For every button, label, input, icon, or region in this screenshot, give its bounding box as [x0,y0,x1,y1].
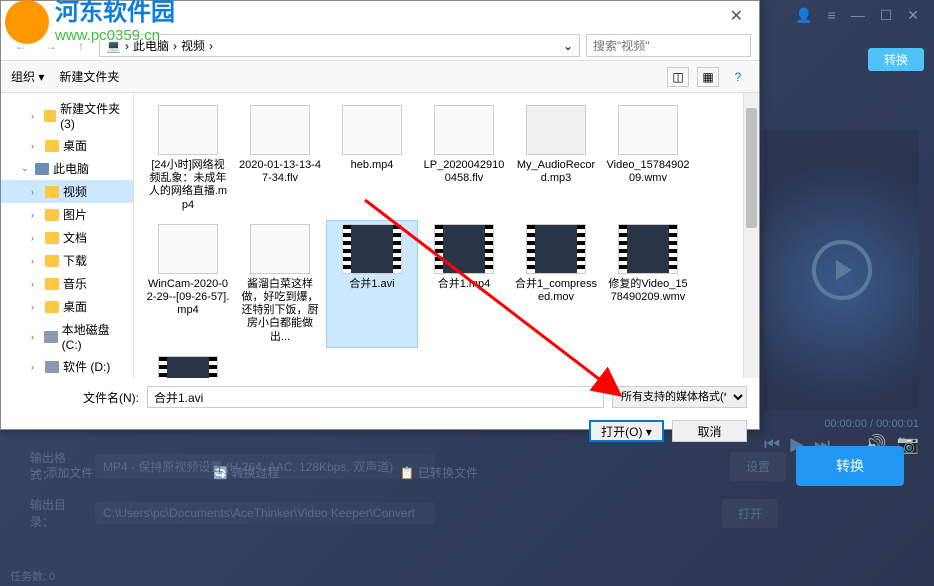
help-icon[interactable]: ? [727,67,749,87]
filetype-select[interactable]: 所有支持的媒体格式(*.3g2;*.3g [612,386,747,408]
dialog-close-icon[interactable]: ✕ [722,6,751,26]
open-button[interactable]: 打开(O) ▾ [589,420,664,442]
file-item[interactable]: Video_1578490209.wmv [602,101,694,216]
maximize-icon[interactable]: ☐ [880,7,893,24]
file-list: [24小时]网络视频乱象：未成年人的网络直播.mp42020-01-13-13-… [134,93,759,378]
newfolder-button[interactable]: 新建文件夹 [59,68,119,85]
sidebar-item[interactable]: ›音乐 [1,272,133,295]
nav-up-icon[interactable]: ↑ [69,35,93,57]
file-item[interactable]: WinCam-2020-02-29--[09-26-57].mp4 [142,220,234,348]
sidebar-item[interactable]: ›下载 [1,249,133,272]
file-item[interactable]: heb.mp4 [326,101,418,216]
sidebar-item[interactable]: ›桌面 [1,134,133,157]
nav-forward-icon[interactable]: → [39,35,63,57]
file-item[interactable]: LP_2020042910 0458.flv [418,101,510,216]
menu-icon[interactable]: ≡ [828,7,836,23]
filename-label: 文件名(N): [13,389,139,406]
file-open-dialog: 打开 ✕ ← → ↑ 💻 › 此电脑 › 视频 › ⌄ 组织 ▾ 新建文件夹 ◫… [0,0,760,430]
preview-icon[interactable]: ▦ [697,67,719,87]
dialog-title: 打开 [9,8,33,25]
path-label: 输出目录： [30,496,85,530]
user-icon[interactable]: 👤 [795,7,812,24]
search-input[interactable] [586,34,751,57]
sidebar-item[interactable]: ›新建文件夹 (3) [1,97,133,134]
cancel-button[interactable]: 取消 [672,420,747,442]
sidebar-item[interactable]: ›文档 [1,226,133,249]
file-item[interactable]: 自动修复合并1-1.AVI [142,352,234,378]
file-item[interactable]: 合并1_compressed.mov [510,220,602,348]
view-icon[interactable]: ◫ [667,67,689,87]
sidebar-item[interactable]: ›视频 [1,180,133,203]
sidebar-item[interactable]: ›本地磁盘 (C:) [1,318,133,355]
format-select[interactable]: MP4 - 保持原视频设置 (H.264, AAC, 128Kbps, 双声道) [95,454,435,479]
minimize-icon[interactable]: — [851,7,865,23]
sidebar-item[interactable]: ›软件 (D:) [1,355,133,378]
path-value[interactable]: C:\Users\pc\Documents\AceThinker\Video K… [95,502,435,524]
file-item[interactable]: 合并1.avi [326,220,418,348]
status-bar: 任务数: 0 [0,566,934,586]
close-icon[interactable]: ✕ [907,7,919,24]
nav-back-icon[interactable]: ← [9,35,33,57]
sidebar-item[interactable]: ⌄此电脑 [1,157,133,180]
file-item[interactable]: 修复的Video_1578490209.wmv [602,220,694,348]
play-icon[interactable] [812,240,872,300]
file-item[interactable]: My_AudioRecord.mp3 [510,101,602,216]
sidebar-tree: ›新建文件夹 (3)›桌面⌄此电脑›视频›图片›文档›下载›音乐›桌面›本地磁盘… [1,93,134,378]
file-item[interactable]: 2020-01-13-13-47-34.flv [234,101,326,216]
breadcrumb[interactable]: 💻 › 此电脑 › 视频 › ⌄ [99,34,580,57]
convert-button[interactable]: 转换 [796,446,904,486]
video-preview [764,130,919,410]
file-item[interactable]: [24小时]网络视频乱象：未成年人的网络直播.mp4 [142,101,234,216]
file-item[interactable]: 合并1.mp4 [418,220,510,348]
file-item[interactable]: 酱溜白菜这样做，好吃到爆，还特别下饭，厨房小白都能做出... [234,220,326,348]
sidebar-item[interactable]: ›桌面 [1,295,133,318]
settings-button[interactable]: 设置 [730,452,786,481]
scrollbar[interactable] [743,93,759,378]
filename-input[interactable] [147,386,604,408]
organize-menu[interactable]: 组织 ▾ [11,68,44,85]
sidebar-item[interactable]: ›图片 [1,203,133,226]
format-label: 输出格式： [30,449,85,483]
top-convert-button[interactable]: 转换 [868,48,924,71]
open-folder-button[interactable]: 打开 [722,499,778,528]
video-timestamp: 00:00:00 / 00:00:01 [824,418,919,430]
